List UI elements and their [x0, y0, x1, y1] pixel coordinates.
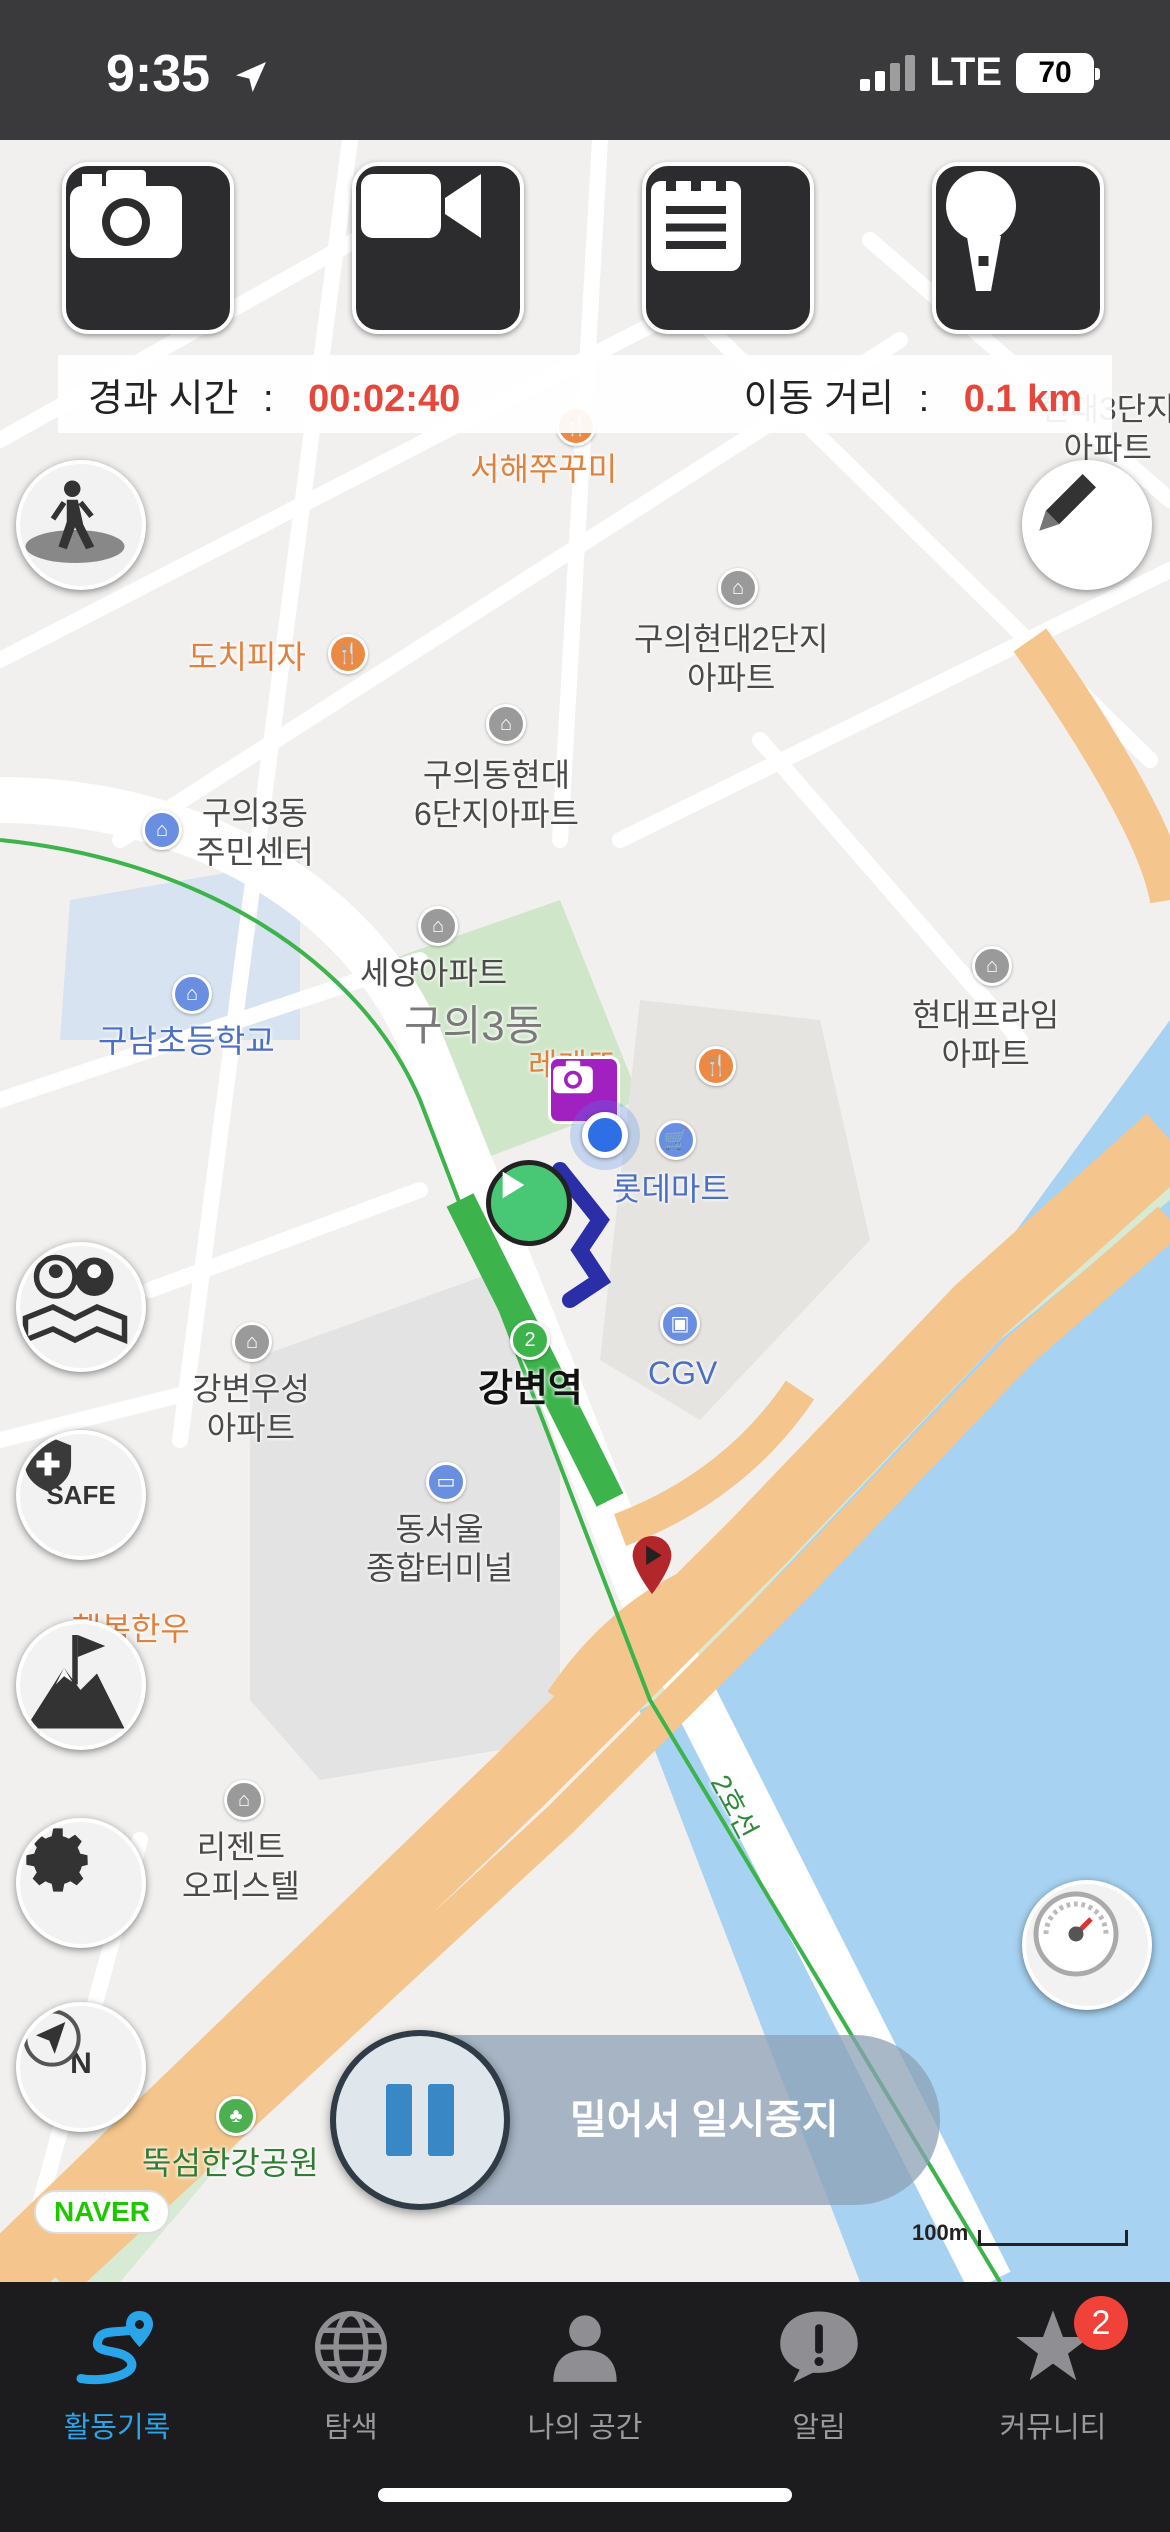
- map-label-hyundaiprime: 현대프라임 아파트: [912, 997, 1060, 1073]
- memo-icon: [651, 171, 741, 271]
- video-icon: [361, 174, 481, 238]
- map-label-seohae: 서해쭈꾸미: [470, 451, 618, 487]
- map-label-guui3: 구의3동: [404, 1002, 544, 1049]
- battery-icon: 70: [1016, 52, 1100, 93]
- gear-icon: [26, 1828, 88, 1892]
- distance: 이동 거리 : 0.1 km: [744, 367, 1082, 422]
- map-label-regent: 리젠트 오피스텔: [182, 1829, 300, 1905]
- mountain-flag-icon: [25, 1635, 125, 1729]
- camera-button[interactable]: [62, 162, 234, 334]
- tab-label: 알림: [792, 2412, 846, 2444]
- apartment-icon: ⌂: [418, 906, 458, 946]
- pause-icon-bar-right: [428, 2084, 454, 2156]
- cinema-icon: ▣: [660, 1304, 700, 1344]
- compass-icon: [23, 2009, 81, 2067]
- location-arrow-icon: [235, 62, 266, 93]
- government-icon: ⌂: [142, 810, 182, 850]
- people-map-icon: [22, 1254, 128, 1345]
- speedometer-button[interactable]: [1022, 1880, 1152, 2010]
- status-indicators: LTE 70: [860, 50, 1100, 95]
- pencil-icon: [1039, 474, 1096, 531]
- shield-plus-icon: [24, 1436, 72, 1492]
- bus-terminal-icon: ▭: [426, 1462, 466, 1502]
- subway-line2-icon: 2: [510, 1320, 550, 1360]
- map-label-lotte: 롯데마트: [612, 1171, 730, 1207]
- edit-button[interactable]: [1022, 460, 1152, 590]
- map-scale-label: 100m: [912, 2220, 969, 2245]
- elapsed-separator: :: [262, 377, 274, 420]
- network-type: LTE: [929, 50, 1002, 94]
- time-text: 9:35: [106, 45, 211, 103]
- tracking-info-bar: 경과 시간 : 00:02:40 이동 거리 : 0.1 km: [58, 355, 1112, 433]
- tab-label: 탐색: [324, 2412, 378, 2444]
- map-scale: 100m: [912, 2220, 1129, 2246]
- distance-label: 이동 거리: [743, 377, 894, 420]
- status-time: 9:35: [106, 44, 271, 104]
- map-label-center3: 구의3동 주민센터: [196, 795, 314, 871]
- pause-slider-knob[interactable]: [330, 2030, 510, 2210]
- microphone-icon: [946, 171, 1016, 291]
- share-location-button[interactable]: [16, 1242, 146, 1372]
- signal-icon: [860, 54, 916, 91]
- settings-button[interactable]: [16, 1818, 146, 1948]
- map-label-dochi: 도치피자: [188, 639, 306, 675]
- alert-bubble-icon: [774, 2302, 864, 2392]
- walk-mode-button[interactable]: [16, 460, 146, 590]
- camera-icon: [70, 170, 182, 258]
- tab-activity-log[interactable]: 활동기록: [0, 2282, 234, 2532]
- map-label-woosung: 강변우성 아파트: [192, 1371, 310, 1447]
- tab-label: 활동기록: [63, 2412, 171, 2444]
- safe-badge: SAFE: [24, 1436, 116, 1511]
- compass-button[interactable]: N: [16, 2002, 146, 2132]
- memo-button[interactable]: [642, 162, 814, 334]
- apartment-icon: ⌂: [486, 704, 526, 744]
- map-label-terminal: 동서울 종합터미널: [366, 1511, 514, 1587]
- map-label-hyundai2: 구의현대2단지 아파트: [634, 621, 829, 697]
- apartment-icon: ⌂: [972, 946, 1012, 986]
- status-bar: 9:35 LTE 70: [0, 0, 1170, 140]
- distance-value: 0.1 km: [963, 377, 1082, 420]
- elapsed-time: 경과 시간 : 00:02:40: [88, 367, 460, 422]
- tab-label: 나의 공간: [527, 2412, 643, 2444]
- naver-logo: NAVER: [34, 2190, 170, 2234]
- apartment-icon: ⌂: [224, 1780, 264, 1820]
- map-view[interactable]: 서해쭈꾸미 🍴 도치피자 🍴 ⌂ 구의현대2단지 아파트 ⌂ 구의동현대 6단지…: [0, 140, 1170, 2282]
- park-icon: ♣: [216, 2096, 256, 2136]
- end-flag-marker-icon[interactable]: [628, 1534, 676, 1596]
- current-location-icon: [582, 1112, 628, 1158]
- person-icon: [540, 2302, 630, 2392]
- map-label-ttukseom: 뚝섬한강공원: [142, 2145, 319, 2181]
- restaurant-icon: 🍴: [328, 634, 368, 674]
- globe-icon: [306, 2302, 396, 2392]
- elapsed-label: 경과 시간: [88, 377, 239, 420]
- slide-to-pause-label: 밀어서 일시중지: [570, 2098, 839, 2142]
- voice-button[interactable]: [932, 162, 1104, 334]
- safe-button[interactable]: SAFE: [16, 1430, 146, 1560]
- map-label-hyundai6: 구의동현대 6단지아파트: [414, 757, 579, 833]
- start-marker-icon[interactable]: [486, 1160, 572, 1246]
- apartment-icon: ⌂: [232, 1322, 272, 1362]
- map-label-cgv: CGV: [648, 1355, 718, 1391]
- home-indicator[interactable]: [378, 2488, 792, 2502]
- mart-icon: 🛒: [656, 1120, 696, 1160]
- apartment-icon: ⌂: [718, 568, 758, 608]
- notification-badge: 2: [1074, 2296, 1128, 2350]
- distance-separator: :: [918, 377, 930, 420]
- map-label-gangbyeon: 강변역: [478, 1368, 583, 1410]
- summit-button[interactable]: [16, 1620, 146, 1750]
- tab-community[interactable]: 커뮤니티 2: [936, 2282, 1170, 2532]
- walking-icon: [25, 480, 125, 563]
- restaurant-icon: 🍴: [696, 1046, 736, 1086]
- speedometer-icon: [1033, 1891, 1119, 1977]
- route-icon: [72, 2302, 162, 2392]
- elapsed-value: 00:02:40: [308, 377, 461, 420]
- map-scale-bar: [978, 2230, 1129, 2246]
- tab-label: 커뮤니티: [999, 2412, 1107, 2444]
- map-label-guname: 구남초등학교: [98, 1023, 275, 1059]
- map-label-seyang: 세양아파트: [360, 955, 508, 991]
- pause-icon-bar-left: [386, 2084, 412, 2156]
- school-icon: ⌂: [172, 974, 212, 1014]
- video-button[interactable]: [352, 162, 524, 334]
- battery-level: 70: [1038, 55, 1072, 89]
